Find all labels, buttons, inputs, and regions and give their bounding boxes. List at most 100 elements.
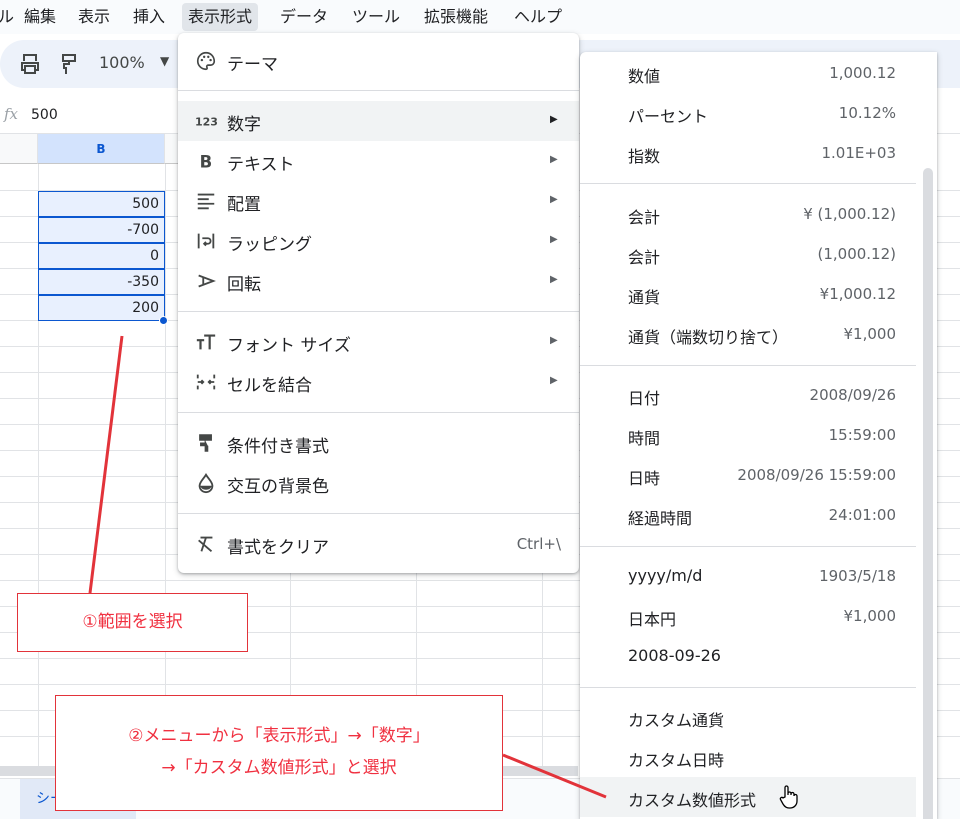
submenu-item-sample: ¥1,000.12 — [819, 285, 896, 303]
menu-item-label: 条件付き書式 — [227, 437, 329, 457]
submenu-item[interactable]: 会計 ¥ (1,000.12) — [580, 194, 916, 234]
submenu-item[interactable]: 指数 1.01E+03 — [580, 133, 916, 173]
menu-item-conditional-formatting[interactable]: 条件付き書式 — [178, 423, 579, 463]
fill-drop-icon — [198, 472, 214, 494]
submenu-item-label: 日時 — [628, 469, 661, 488]
zoom-select[interactable]: 100% — [99, 53, 145, 72]
format-menu: テーマ 123 数字 ▶ B テキスト ▶ 配置 ▶ ラッピング ▶ 回転 ▶ — [178, 33, 579, 573]
menu-tools[interactable]: ツール — [346, 3, 406, 31]
menu-divider — [178, 311, 579, 312]
chevron-down-icon[interactable]: ▼ — [160, 54, 169, 68]
menu-insert[interactable]: 挿入 — [127, 3, 171, 31]
menu-item-label: フォント サイズ — [227, 336, 351, 356]
annotation-line-1: ②メニューから「表示形式」→「数字」 — [128, 726, 430, 746]
print-icon[interactable] — [18, 52, 42, 76]
cell-b-value[interactable]: 500 — [38, 191, 165, 217]
submenu-item[interactable]: 日本円 ¥1,000 — [580, 596, 916, 636]
menu-help[interactable]: ヘルプ — [508, 3, 568, 31]
submenu-item-label: 時間 — [628, 429, 661, 448]
menu-item-rotation[interactable]: 回転 ▶ — [178, 261, 579, 301]
fx-icon: fx — [4, 105, 19, 123]
menu-item-clear-formatting[interactable]: 書式をクリア Ctrl+\ — [178, 524, 579, 564]
merge-cells-icon — [196, 374, 216, 390]
menu-item-number[interactable]: 123 数字 ▶ — [178, 101, 579, 141]
annotation-line-2: →「カスタム数値形式」と選択 — [161, 758, 397, 778]
text-wrap-icon — [197, 233, 215, 249]
number-123-icon: 123 — [195, 116, 217, 129]
menu-divider — [580, 183, 916, 184]
submenu-item-label: 日本円 — [628, 610, 677, 629]
submenu-item[interactable]: 通貨 ¥1,000.12 — [580, 274, 916, 314]
menu-format[interactable]: 表示形式 — [182, 3, 259, 31]
cell-b-value[interactable]: 200 — [38, 295, 165, 321]
submenu-arrow-icon: ▶ — [550, 274, 558, 285]
menu-item-font-size[interactable]: フォント サイズ ▶ — [178, 322, 579, 362]
submenu-item-sample: 2008/09/26 15:59:00 — [737, 466, 896, 484]
submenu-item-sample: ¥ (1,000.12) — [803, 205, 896, 223]
submenu-item-label: 2008-09-26 — [628, 646, 721, 665]
cell-b-value[interactable]: -700 — [38, 217, 165, 243]
submenu-item-sample: 24:01:00 — [828, 506, 896, 524]
submenu-item[interactable]: 日付 2008/09/26 — [580, 375, 916, 415]
palette-icon — [197, 51, 216, 71]
submenu-item-sample: 1,000.12 — [829, 64, 896, 82]
submenu-item[interactable]: パーセント 10.12% — [580, 93, 916, 133]
paint-format-icon[interactable] — [57, 52, 81, 76]
submenu-item-custom-number-format[interactable]: カスタム数値形式 — [580, 777, 916, 817]
menu-edit[interactable]: 編集 — [18, 3, 62, 31]
submenu-item-sample: 2008/09/26 — [809, 386, 896, 404]
menu-item-label: ラッピング — [227, 235, 312, 255]
submenu-scrollbar[interactable] — [923, 168, 933, 819]
submenu-item-label: 会計 — [628, 248, 661, 267]
submenu-item[interactable]: 日時 2008/09/26 15:59:00 — [580, 455, 916, 495]
submenu-item[interactable]: 経過時間 24:01:00 — [580, 495, 916, 535]
submenu-item[interactable]: 数値 1,000.12 — [580, 53, 916, 93]
submenu-arrow-icon: ▶ — [550, 234, 558, 245]
submenu-item[interactable]: 通貨（端数切り捨て） ¥1,000 — [580, 314, 916, 354]
submenu-item-sample: ¥1,000 — [843, 325, 897, 343]
menu-data[interactable]: データ — [274, 3, 334, 31]
menu-extensions[interactable]: 拡張機能 — [418, 3, 494, 31]
hand-cursor-icon — [779, 785, 798, 809]
clear-format-icon — [198, 536, 213, 553]
submenu-item[interactable]: yyyy/m/d 1903/5/18 — [580, 556, 916, 596]
submenu-item-label: カスタム通貨 — [628, 711, 725, 730]
column-header-a[interactable] — [0, 134, 38, 164]
menu-divider — [178, 412, 579, 413]
number-format-submenu: 数値 1,000.12 パーセント 10.12% 指数 1.01E+03 会計 … — [580, 52, 937, 819]
menubar: ル 編集 表示 挿入 表示形式 データ ツール 拡張機能 ヘルプ — [0, 0, 960, 34]
menu-item-label: 配置 — [227, 195, 261, 215]
menu-item-merge-cells[interactable]: セルを結合 ▶ — [178, 362, 579, 402]
menu-item-text[interactable]: B テキスト ▶ — [178, 141, 579, 181]
cell-b-value[interactable]: 0 — [38, 243, 165, 269]
menu-file-partial[interactable]: ル — [0, 3, 20, 31]
submenu-arrow-icon: ▶ — [550, 114, 558, 125]
fill-handle[interactable] — [159, 316, 168, 325]
formula-input[interactable]: 500 — [31, 107, 58, 123]
menu-item-label: テーマ — [227, 55, 278, 75]
submenu-item-custom-datetime[interactable]: カスタム日時 — [580, 737, 916, 777]
menu-divider — [580, 365, 916, 366]
cell-b-value[interactable]: -350 — [38, 269, 165, 295]
submenu-item-label: 通貨（端数切り捨て） — [628, 328, 789, 347]
menu-item-theme[interactable]: テーマ — [178, 41, 579, 81]
menu-view[interactable]: 表示 — [72, 3, 116, 31]
menu-item-alignment[interactable]: 配置 ▶ — [178, 181, 579, 221]
submenu-item[interactable]: 時間 15:59:00 — [580, 415, 916, 455]
grid-line — [165, 164, 166, 774]
submenu-item-label: 日付 — [628, 389, 661, 408]
submenu-item[interactable]: 2008-09-26 — [580, 636, 916, 676]
text-rotate-icon — [198, 274, 216, 288]
submenu-item-custom-currency[interactable]: カスタム通貨 — [580, 697, 916, 737]
submenu-item-label: 経過時間 — [628, 509, 693, 528]
submenu-item-label: カスタム日時 — [628, 751, 725, 770]
submenu-item[interactable]: 会計 (1,000.12) — [580, 234, 916, 274]
column-header-b[interactable]: B — [38, 134, 165, 164]
submenu-item-label: カスタム数値形式 — [628, 791, 757, 810]
menu-item-alternating-colors[interactable]: 交互の背景色 — [178, 463, 579, 503]
menu-item-wrapping[interactable]: ラッピング ▶ — [178, 221, 579, 261]
submenu-item-sample: 1903/5/18 — [819, 567, 896, 585]
submenu-item-label: 指数 — [628, 147, 661, 166]
submenu-item-label: 会計 — [628, 208, 661, 227]
menu-divider — [580, 546, 916, 547]
